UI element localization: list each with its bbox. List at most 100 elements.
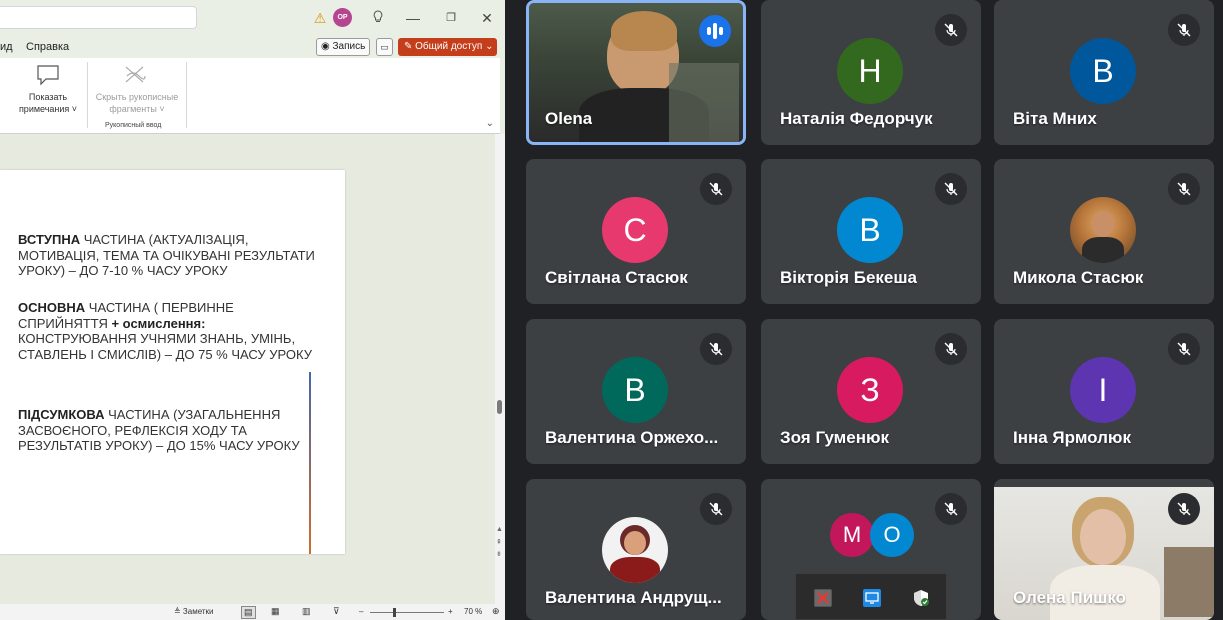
- participant-avatar: В: [837, 197, 903, 263]
- prev-slide-icon[interactable]: ⇞: [496, 538, 502, 546]
- record-button[interactable]: ◉ Запись: [316, 38, 370, 56]
- mic-off-icon: [935, 493, 967, 525]
- zoom-slider-knob[interactable]: [393, 608, 396, 617]
- meeting-grid: Olena Н Наталія Федорчук В Віта Мних С С…: [505, 0, 1223, 620]
- participant-tile[interactable]: З Зоя Гуменюк: [761, 319, 981, 464]
- slide-paragraph-main-heading: ОСНОВНА: [18, 300, 86, 315]
- participant-name: Інна Ярмолюк: [1013, 428, 1131, 447]
- fit-slide-icon[interactable]: ⊕: [492, 606, 500, 617]
- slide-paragraph-main-plus: + осмислення:: [111, 315, 206, 331]
- zoom-level[interactable]: 70 %: [464, 607, 482, 616]
- monitor-app-icon[interactable]: [863, 589, 881, 607]
- warning-icon[interactable]: ⚠: [309, 8, 331, 28]
- show-notes-label-1: Показать: [28, 92, 68, 102]
- show-notes-group[interactable]: Показать примечания ˅: [0, 58, 86, 134]
- ribbon: Показать примечания ˅ Скрыть рукописные …: [0, 58, 500, 134]
- mic-off-icon: [700, 173, 732, 205]
- title-bar: ⚠ OP — ❐ ✕: [0, 0, 505, 36]
- participant-tile[interactable]: Валентина Андрущ...: [526, 479, 746, 620]
- slide-paragraph-summary: ПІДСУМКОВА ЧАСТИНА (УЗАГАЛЬНЕННЯ ЗАСВОЄН…: [18, 407, 318, 454]
- hide-ink-label-2: фрагменты ˅: [109, 104, 165, 114]
- slide-decor-line: [309, 372, 311, 554]
- participant-tile[interactable]: С Світлана Стасюк: [526, 159, 746, 304]
- ribbon-divider: [87, 62, 88, 128]
- reading-view-icon[interactable]: ▥: [302, 606, 311, 617]
- screen: ⚠ OP — ❐ ✕ ид Справка ◉ Запись ▭ ✎ Общий…: [0, 0, 1223, 620]
- participant-name: Микола Стасюк: [1013, 268, 1144, 287]
- participant-photo: [1070, 197, 1136, 263]
- hide-ink-label-1: Скрыть рукописные: [95, 92, 179, 102]
- tab-help[interactable]: Справка: [26, 41, 69, 53]
- collapse-ribbon-icon[interactable]: ⌄: [486, 118, 494, 129]
- participant-name: Зоя Гуменюк: [780, 428, 889, 447]
- zoom-in-button[interactable]: +: [448, 607, 453, 616]
- participant-tile[interactable]: І Інна Ярмолюк: [994, 319, 1214, 464]
- minimize-button[interactable]: —: [402, 8, 424, 28]
- participant-tile[interactable]: Н Наталія Федорчук: [761, 0, 981, 145]
- photo-body: [610, 557, 660, 583]
- scroll-thumb[interactable]: [497, 400, 502, 414]
- app-error-icon[interactable]: [814, 589, 832, 607]
- participant-tile[interactable]: Олена Пишко: [994, 479, 1214, 620]
- sound-bar: [719, 27, 723, 35]
- slide-paragraph-intro: ВСТУПНА ЧАСТИНА (АКТУАЛІЗАЦІЯ, МОТИВАЦІЯ…: [18, 232, 318, 279]
- next-slide-icon[interactable]: ⇟: [496, 550, 502, 558]
- participant-avatar: С: [602, 197, 668, 263]
- system-tray-popup: [795, 573, 947, 620]
- zoom-slider[interactable]: [370, 612, 444, 613]
- notes-button[interactable]: ≜ Заметки: [174, 607, 214, 616]
- slide-canvas[interactable]: ВСТУПНА ЧАСТИНА (АКТУАЛІЗАЦІЯ, МОТИВАЦІЯ…: [0, 170, 345, 554]
- sound-bar: [713, 23, 717, 39]
- account-avatar[interactable]: OP: [333, 8, 352, 27]
- participant-avatar: В: [602, 357, 668, 423]
- participant-avatar: З: [837, 357, 903, 423]
- speaking-indicator-icon: [699, 15, 731, 47]
- tab-partial[interactable]: ид: [0, 41, 13, 53]
- mic-off-icon: [700, 333, 732, 365]
- mic-off-icon: [935, 173, 967, 205]
- participant-tile[interactable]: В Вікторія Бекеша: [761, 159, 981, 304]
- photo-body: [1082, 237, 1124, 263]
- lightbulb-icon[interactable]: [367, 8, 389, 28]
- participant-name: Валентина Оржехо...: [545, 428, 719, 447]
- slide-paragraph-intro-heading: ВСТУПНА: [18, 232, 81, 247]
- slide-paragraph-main: ОСНОВНА ЧАСТИНА ( ПЕРВИННЕ СПРИЙНЯТТЯ + …: [18, 300, 318, 362]
- mic-off-icon: [935, 333, 967, 365]
- video-face: [1080, 509, 1126, 565]
- comments-icon[interactable]: ▭: [376, 38, 393, 56]
- participant-avatar: Н: [837, 38, 903, 104]
- mic-off-icon: [1168, 333, 1200, 365]
- mic-off-icon: [935, 14, 967, 46]
- participant-tile[interactable]: В Віта Мних: [994, 0, 1214, 145]
- scroll-up-icon[interactable]: ▲: [496, 526, 503, 533]
- participant-tile[interactable]: Olena: [526, 0, 746, 145]
- hide-ink-icon: [125, 66, 146, 83]
- participant-name: Віта Мних: [1013, 109, 1097, 128]
- share-button[interactable]: ✎ Общий доступ ⌄: [398, 38, 497, 56]
- participant-photo: [602, 517, 668, 583]
- participant-tile[interactable]: Микола Стасюк: [994, 159, 1214, 304]
- participant-tile[interactable]: В Валентина Оржехо...: [526, 319, 746, 464]
- hide-ink-group[interactable]: Скрыть рукописные фрагменты ˅ Рукописный…: [90, 58, 184, 134]
- close-button[interactable]: ✕: [476, 8, 498, 28]
- participant-avatar: В: [1070, 38, 1136, 104]
- video-background: [1164, 547, 1214, 617]
- normal-view-icon[interactable]: ▤: [241, 606, 256, 619]
- video-background: [669, 63, 739, 142]
- ink-group-caption: Рукописный ввод: [105, 122, 162, 129]
- maximize-button[interactable]: ❐: [440, 8, 462, 28]
- sound-bar: [707, 27, 711, 35]
- slideshow-icon[interactable]: ⊽: [333, 606, 340, 617]
- participant-name: Світлана Стасюк: [545, 268, 688, 287]
- security-shield-icon[interactable]: [912, 589, 930, 607]
- slide-sorter-icon[interactable]: ▦: [271, 606, 280, 617]
- vertical-scrollbar[interactable]: ▲ ⇞ ⇟: [495, 134, 505, 604]
- search-box[interactable]: [0, 6, 197, 29]
- show-notes-label-2: примечания ˅: [18, 104, 78, 114]
- powerpoint-window: ⚠ OP — ❐ ✕ ид Справка ◉ Запись ▭ ✎ Общий…: [0, 0, 505, 620]
- zoom-out-button[interactable]: –: [359, 607, 363, 616]
- slide-paragraph-summary-heading: ПІДСУМКОВА: [18, 407, 105, 422]
- mic-off-icon: [1168, 14, 1200, 46]
- participant-avatar: І: [1070, 357, 1136, 423]
- ribbon-divider: [186, 62, 187, 128]
